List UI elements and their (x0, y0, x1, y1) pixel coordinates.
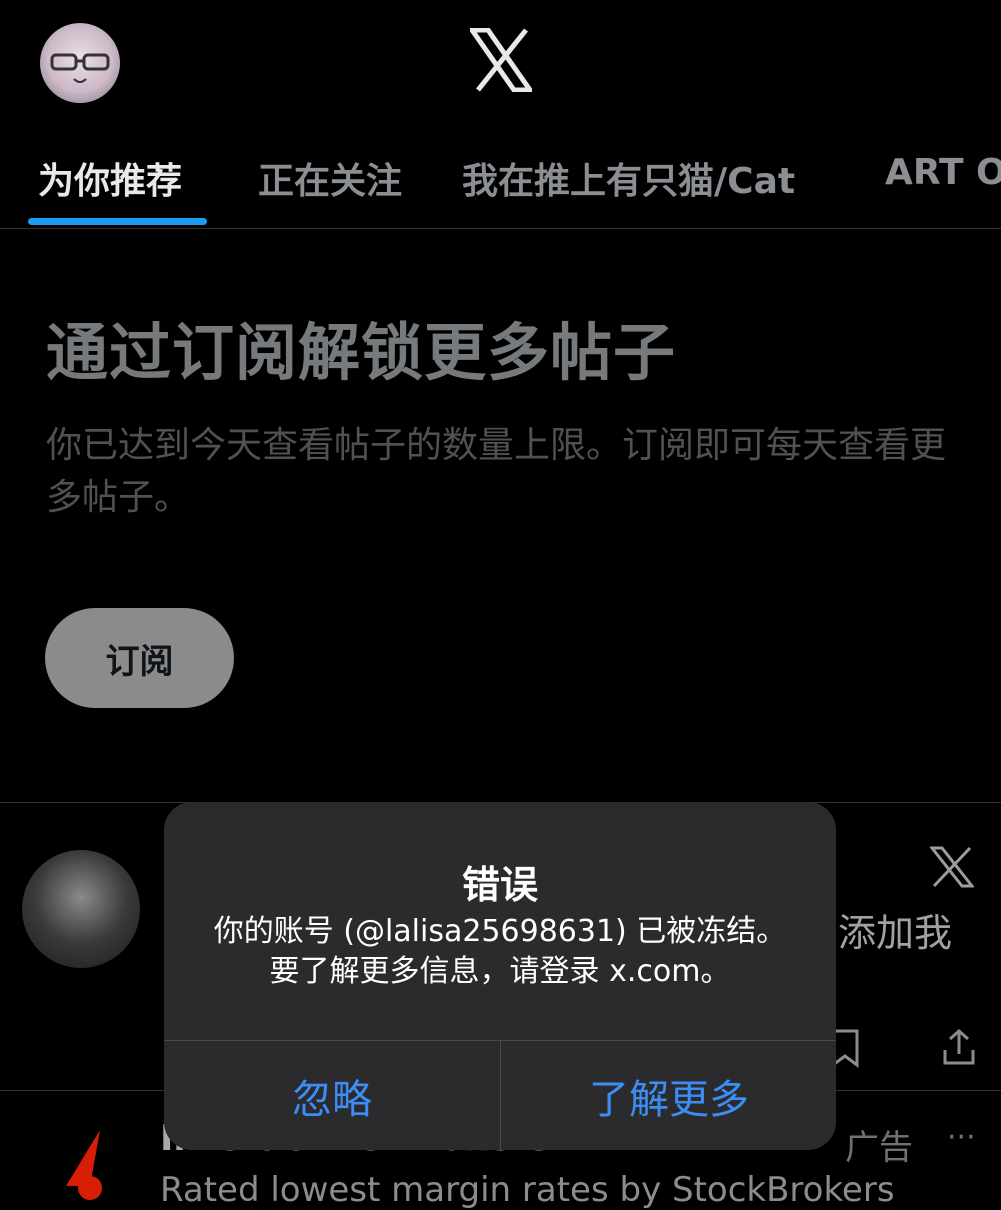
tab-cat-list[interactable]: 我在推上有只猫/Cat (462, 152, 795, 204)
timeline-tabs: 为你推荐 正在关注 我在推上有只猫/Cat ART O (0, 148, 1001, 229)
ad-label: 广告 (845, 1128, 913, 1168)
advertiser-logo-icon (66, 1130, 102, 1200)
ad-text: Rated lowest margin rates by StockBroker… (160, 1170, 895, 1210)
x-logo-icon (470, 28, 532, 92)
alert-message: 你的账号 (@lalisa25698631) 已被冻结。 要了解更多信息，请登录… (164, 912, 836, 992)
alert-message-line1: 你的账号 (@lalisa25698631) 已被冻结。 (213, 914, 787, 949)
error-alert-dialog: 错误 你的账号 (@lalisa25698631) 已被冻结。 要了解更多信息，… (164, 802, 836, 1150)
alert-title: 错误 (461, 863, 538, 907)
more-options-icon[interactable]: ··· (947, 1120, 976, 1155)
post-author-avatar[interactable] (22, 850, 140, 968)
paywall-description: 你已达到今天查看帖子的数量上限。订阅即可每天查看更多帖子。 (46, 425, 947, 518)
x-close-icon[interactable] (930, 846, 974, 888)
tab-for-you[interactable]: 为你推荐 (38, 152, 182, 204)
tab-following[interactable]: 正在关注 (258, 152, 402, 204)
paywall-title: 通过订阅解锁更多帖子 (46, 316, 677, 389)
learn-more-button[interactable]: 了解更多 (501, 1041, 836, 1150)
subscribe-button[interactable]: 订阅 (45, 608, 234, 708)
post-text: 添加我 (838, 911, 953, 955)
alert-message-line2: 要了解更多信息，请登录 x.com。 (269, 954, 731, 989)
active-tab-indicator (28, 218, 207, 225)
profile-avatar[interactable] (40, 23, 120, 103)
tab-art[interactable]: ART O (885, 152, 1001, 193)
share-icon[interactable] (942, 1028, 976, 1066)
dismiss-button[interactable]: 忽略 (164, 1041, 500, 1150)
